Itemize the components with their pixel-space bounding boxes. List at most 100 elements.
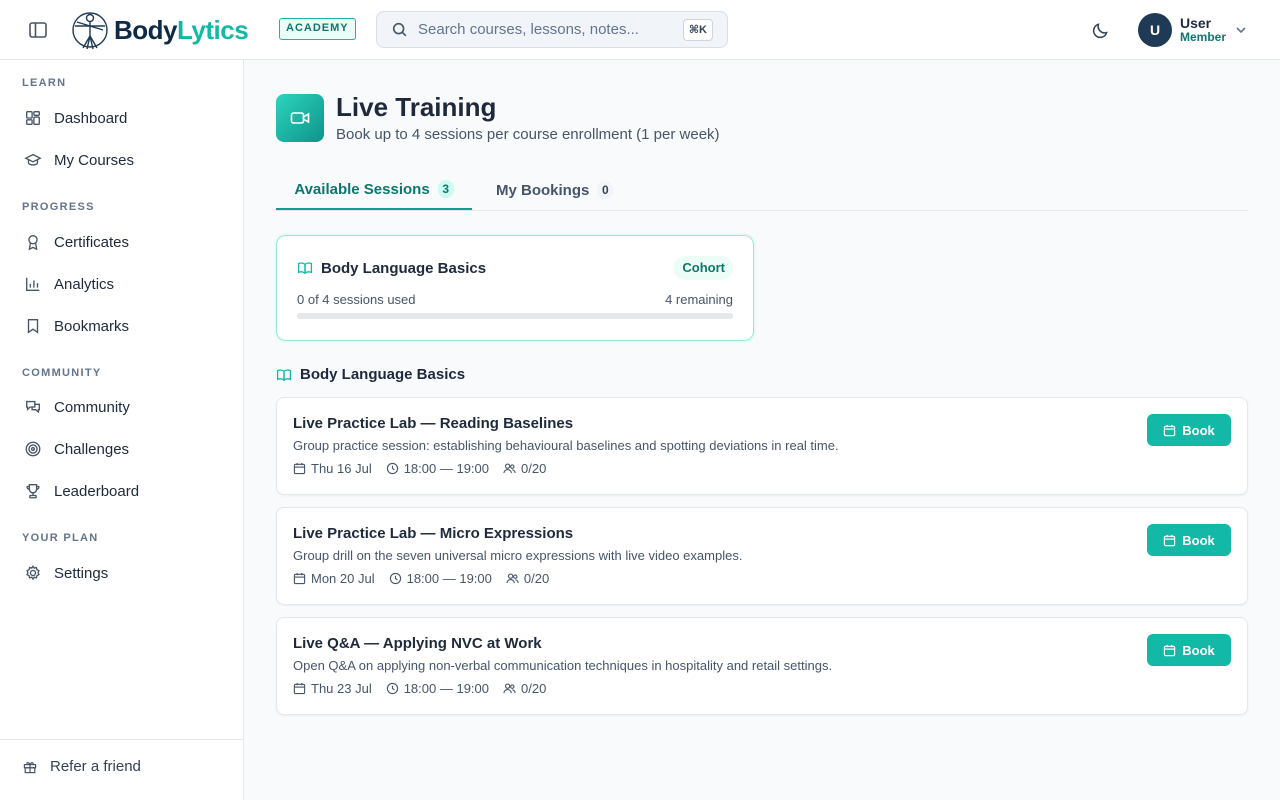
session-time-text: 18:00 — 19:00 [403,681,489,696]
book-button[interactable]: Book [1147,634,1231,666]
sidebar-section-learn: LEARN [22,77,67,89]
session-description: Open Q&A on applying non-verbal communic… [293,658,833,673]
calendar-icon [293,572,306,585]
page-subtitle: Book up to 4 sessions per course enrollm… [336,126,720,143]
sidebar-item-label: Dashboard [54,109,128,127]
sidebar-item-settings[interactable]: Settings [12,555,232,591]
calendar-icon [1164,644,1176,656]
book-button-label: Book [1182,642,1215,658]
bar-chart-icon [26,277,40,291]
sidebar-item-label: Challenges [54,440,130,458]
session-capacity-text: 0/20 [521,461,547,476]
video-camera-icon [290,112,310,124]
users-icon [503,683,516,694]
search-icon [392,22,407,36]
session-time: 18:00 — 19:00 [389,571,492,586]
sidebar-footer: Refer a friend [0,739,243,800]
session-date-text: Thu 23 Jul [311,681,372,696]
refer-a-friend-label: Refer a friend [50,758,141,775]
sidebar-item-analytics[interactable]: Analytics [12,266,232,302]
course-title: Body Language Basics [321,260,487,277]
graduation-cap-icon [24,153,42,166]
book-button[interactable]: Book [1147,414,1231,446]
sidebar-item-community[interactable]: Community [12,389,232,425]
session-capacity: 0/20 [503,681,546,696]
users-icon [503,463,516,474]
session-time: 18:00 — 19:00 [386,461,489,476]
tab-count-badge: 0 [597,181,614,199]
dashboard-icon [26,111,40,125]
cohort-badge: Cohort [674,256,733,280]
tab-bar: Available Sessions 3 My Bookings 0 [276,170,1248,211]
tab-label: My Bookings [496,181,590,199]
sidebar-item-label: Leaderboard [54,482,140,500]
session-description: Group drill on the seven universal micro… [293,548,743,563]
sidebar-item-label: Bookmarks [54,317,130,335]
sidebar-section-community: COMMUNITY [22,367,102,379]
sessions-remaining-text: 4 remaining [665,292,733,307]
sidebar-item-label: Analytics [54,275,115,293]
sidebar-item-label: Certificates [54,233,130,251]
open-book-icon [276,368,292,381]
book-button-label: Book [1182,422,1215,438]
session-capacity: 0/20 [506,571,549,586]
calendar-icon [293,682,306,695]
tab-my-bookings[interactable]: My Bookings 0 [496,170,614,210]
user-menu[interactable]: U User Member [1138,13,1248,47]
top-header: BodyLytics ACADEMY ⌘K U User Member [0,0,1280,60]
moon-icon [1092,22,1108,38]
refer-a-friend-link[interactable]: Refer a friend [22,758,141,775]
theme-toggle-button[interactable] [1088,18,1112,42]
brand-logo[interactable]: BodyLytics [70,8,249,52]
session-meta: Thu 16 Jul 18:00 — 19:00 0/20 [293,461,560,476]
session-date-text: Thu 16 Jul [311,461,372,476]
sidebar-item-label: Community [54,398,130,416]
sidebar-toggle-button[interactable] [26,18,50,42]
gear-icon [26,565,40,581]
session-title: Live Practice Lab — Micro Expressions [293,525,574,542]
sidebar-item-bookmarks[interactable]: Bookmarks [12,308,232,344]
chat-icon [26,400,40,414]
logo-text-body: Body [114,14,178,45]
session-date: Thu 16 Jul [293,461,372,476]
session-card: Live Q&A — Applying NVC at Work Open Q&A… [276,617,1248,715]
search-bar[interactable]: ⌘K [376,11,728,48]
clock-icon [386,682,398,695]
search-input[interactable] [418,21,678,38]
sidebar-item-leaderboard[interactable]: Leaderboard [12,473,232,509]
sidebar-item-challenges[interactable]: Challenges [12,431,232,467]
user-name: User [1180,15,1212,31]
gift-icon [23,761,37,773]
book-button[interactable]: Book [1147,524,1231,556]
vitruvian-logo-icon [72,12,108,50]
sidebar-item-label: Settings [54,564,109,582]
session-capacity-text: 0/20 [521,681,547,696]
calendar-icon [293,462,306,475]
course-enrollment-card[interactable]: Body Language Basics Cohort 0 of 4 sessi… [276,235,754,341]
session-capacity: 0/20 [503,461,546,476]
bookmark-icon [27,319,39,334]
session-group-header: Body Language Basics [276,366,465,383]
users-icon [506,573,519,584]
session-description: Group practice session: establishing beh… [293,438,839,453]
search-shortcut-badge: ⌘K [682,19,713,41]
sidebar-item-certificates[interactable]: Certificates [12,224,232,260]
group-title: Body Language Basics [300,366,466,383]
calendar-icon [1164,534,1176,546]
chevron-down-icon [1236,27,1246,34]
sidebar-panel-icon [29,22,47,38]
sidebar-section-progress: PROGRESS [22,201,95,213]
academy-badge: ACADEMY [279,18,356,40]
target-icon [25,441,41,457]
trophy-icon [26,484,40,499]
sidebar-item-dashboard[interactable]: Dashboard [12,100,232,136]
session-date-text: Mon 20 Jul [311,571,375,586]
session-title: Live Practice Lab — Reading Baselines [293,415,574,432]
tab-available-sessions[interactable]: Available Sessions 3 [276,170,472,210]
avatar: U [1138,13,1172,47]
sidebar: LEARN Dashboard My Courses PROGRESS Cert… [0,60,244,800]
session-meta: Mon 20 Jul 18:00 — 19:00 0/20 [293,571,563,586]
sidebar-item-my-courses[interactable]: My Courses [12,142,232,178]
tab-count-badge: 3 [437,180,454,198]
session-date: Mon 20 Jul [293,571,375,586]
